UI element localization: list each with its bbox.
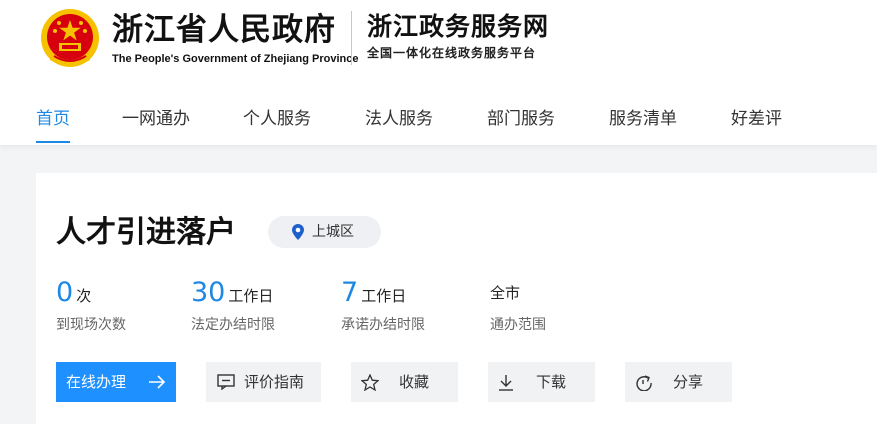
portal-title[interactable]: 浙江政务服务网: [367, 10, 549, 44]
main-nav: 首页 一网通办 个人服务 法人服务 部门服务 服务清单 好差评: [0, 100, 877, 145]
stat-promised-limit: 7 工作日 承诺办结时限: [341, 276, 425, 336]
stat-visits-value: 0: [56, 277, 74, 308]
guide-button[interactable]: 评价指南: [206, 362, 321, 402]
arrow-right-icon: [149, 375, 166, 389]
location-pin-icon: [292, 224, 304, 240]
stat-visits-unit: 次: [76, 287, 92, 305]
region-label: 上城区: [312, 224, 354, 240]
favorite-button[interactable]: 收藏: [351, 362, 458, 402]
comment-icon: [217, 374, 235, 390]
download-icon: [499, 375, 513, 391]
download-label: 下载: [536, 373, 567, 391]
stat-legal-limit: 30 工作日 法定办结时限: [191, 276, 275, 336]
stat-visits: 0次 到现场次数: [56, 276, 126, 336]
portal-title-block[interactable]: 浙江政务服务网 全国一体化在线政务服务平台: [367, 10, 549, 62]
online-apply-button[interactable]: 在线办理: [56, 362, 176, 402]
nav-item-home[interactable]: 首页: [36, 100, 70, 145]
guide-label: 评价指南: [244, 373, 305, 391]
portal-subtitle: 全国一体化在线政务服务平台: [367, 46, 537, 60]
stat-legal-limit-unit: 工作日: [228, 287, 274, 305]
download-button[interactable]: 下载: [488, 362, 595, 402]
government-title: 浙江省人民政府: [112, 12, 336, 48]
header-divider: [351, 11, 352, 65]
stat-visits-label: 到现场次数: [56, 317, 126, 333]
nav-item-service-list[interactable]: 服务清单: [609, 100, 677, 145]
share-label: 分享: [673, 373, 704, 391]
government-subtitle: The People's Government of Zhejiang Prov…: [112, 53, 359, 65]
stat-scope: 全市 通办范围: [490, 276, 546, 336]
nav-item-rating[interactable]: 好差评: [731, 100, 782, 145]
nav-item-department[interactable]: 部门服务: [487, 100, 555, 145]
favorite-label: 收藏: [399, 373, 430, 391]
stat-legal-limit-label: 法定办结时限: [191, 317, 275, 333]
stat-scope-value: 全市: [490, 284, 521, 302]
star-icon: [361, 374, 379, 391]
stat-promised-limit-label: 承诺办结时限: [341, 317, 425, 333]
nav-item-one-stop[interactable]: 一网通办: [122, 100, 190, 145]
nav-item-personal[interactable]: 个人服务: [243, 100, 311, 145]
region-tag[interactable]: 上城区: [268, 216, 381, 248]
share-icon: [636, 375, 652, 391]
service-card: 人才引进落户 上城区 0次 到现场次数 30 工作日 法定办结时限 7 工作日 承诺…: [36, 173, 877, 424]
national-emblem-icon: [41, 9, 99, 67]
online-apply-label: 在线办理: [66, 373, 127, 391]
stat-promised-limit-value: 7: [341, 277, 359, 308]
stat-scope-label: 通办范围: [490, 317, 546, 333]
stat-legal-limit-value: 30: [191, 277, 226, 308]
government-title-block: 浙江省人民政府 The People's Government of Zheji…: [112, 8, 359, 66]
service-title: 人才引进落户: [56, 215, 236, 250]
nav-item-corporate[interactable]: 法人服务: [365, 100, 433, 145]
share-button[interactable]: 分享: [625, 362, 732, 402]
stat-promised-limit-unit: 工作日: [361, 287, 407, 305]
site-header: 浙江省人民政府 The People's Government of Zheji…: [0, 0, 877, 145]
